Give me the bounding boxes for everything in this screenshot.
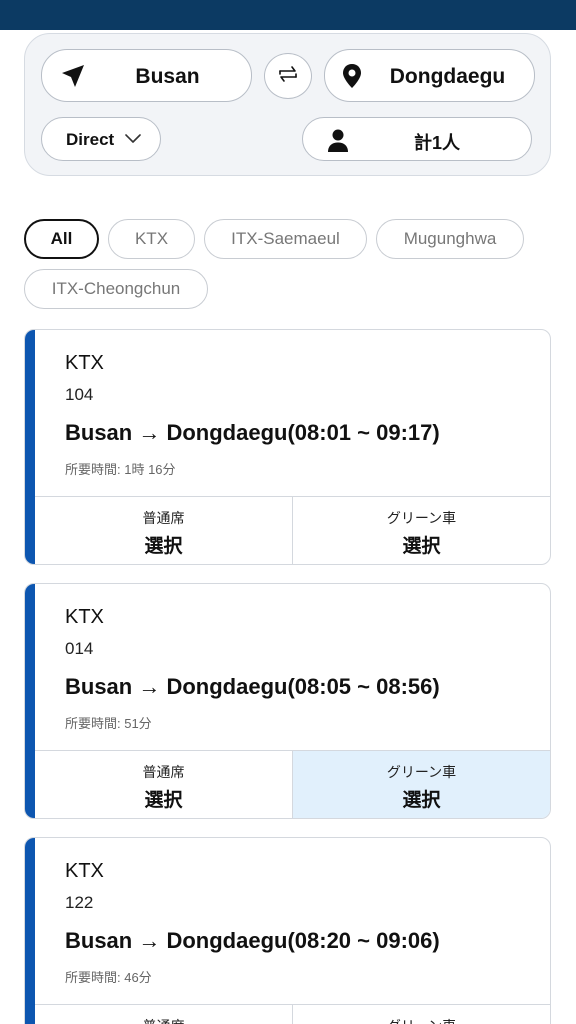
filter-chip-ktx[interactable]: KTX	[108, 219, 195, 259]
train-result-card: KTX 014 Busan → Dongdaegu(08:05 ~ 08:56)…	[24, 583, 551, 819]
standard-seat-select-button[interactable]: 普通席 選択	[35, 497, 292, 564]
seat-options: 普通席 選択 グリーン車 選択	[35, 1004, 550, 1024]
train-type: KTX	[65, 606, 104, 628]
filter-chip-all[interactable]: All	[24, 219, 99, 259]
standard-seat-select-button[interactable]: 普通席 選択	[35, 1005, 292, 1024]
seat-class-label: 普通席	[142, 764, 185, 780]
top-app-bar	[0, 0, 576, 30]
travel-duration: 所要時間: 46分	[65, 970, 152, 985]
departure-station-button[interactable]: Busan	[41, 49, 252, 102]
green-car-select-button[interactable]: グリーン車 選択	[292, 1005, 550, 1024]
filter-chip-itx-saemaeul[interactable]: ITX-Saemaeul	[204, 219, 367, 259]
card-accent-bar	[25, 584, 35, 818]
travel-duration: 所要時間: 51分	[65, 716, 152, 731]
seat-select-label: 選択	[144, 536, 183, 557]
card-accent-bar	[25, 330, 35, 564]
train-number: 104	[65, 385, 94, 404]
seat-class-label: 普通席	[142, 510, 185, 526]
seat-select-label: 選択	[402, 536, 441, 557]
person-icon	[325, 127, 351, 153]
travel-duration: 所要時間: 1時 16分	[65, 462, 176, 477]
standard-seat-select-button[interactable]: 普通席 選択	[35, 751, 292, 818]
seat-select-label: 選択	[144, 790, 183, 811]
swap-icon	[276, 62, 300, 91]
arrival-station-label: Dongdaegu	[389, 65, 506, 88]
train-result-card: KTX 122 Busan → Dongdaegu(08:20 ~ 09:06)…	[24, 837, 551, 1024]
swap-stations-button[interactable]	[264, 53, 312, 99]
navigation-arrow-icon	[60, 63, 86, 89]
filter-chip-mugunghwa[interactable]: Mugunghwa	[376, 219, 524, 259]
seat-class-label: グリーン車	[387, 1016, 456, 1024]
train-number: 014	[65, 639, 94, 658]
train-route: Busan → Dongdaegu(08:20 ~ 09:06)	[65, 928, 440, 953]
train-route: Busan → Dongdaegu(08:05 ~ 08:56)	[65, 674, 440, 699]
seat-class-label: 普通席	[143, 1016, 185, 1024]
arrival-station-button[interactable]: Dongdaegu	[324, 49, 535, 102]
passenger-count-button[interactable]: 計1人	[302, 117, 532, 161]
card-accent-bar	[25, 838, 35, 1024]
departure-station-label: Busan	[135, 65, 200, 88]
train-type: KTX	[65, 352, 104, 374]
train-number: 122	[65, 893, 94, 912]
seat-options: 普通席 選択 グリーン車 選択	[35, 750, 550, 818]
train-result-card: KTX 104 Busan → Dongdaegu(08:01 ~ 09:17)…	[24, 329, 551, 565]
seat-select-label: 選択	[402, 790, 441, 811]
seat-options: 普通席 選択 グリーン車 選択	[35, 496, 550, 564]
filter-chip-itx-cheongchun[interactable]: ITX-Cheongchun	[24, 269, 208, 309]
location-pin-icon	[339, 63, 365, 89]
search-panel: Busan Dongdaegu Direct 計1人	[24, 33, 551, 176]
passenger-count-label: 計1人	[413, 133, 460, 153]
seat-class-label: グリーン車	[386, 764, 457, 780]
route-type-label: Direct	[66, 130, 115, 149]
green-car-select-button[interactable]: グリーン車 選択	[292, 497, 550, 564]
seat-class-label: グリーン車	[386, 510, 457, 526]
train-type: KTX	[65, 860, 104, 882]
route-type-dropdown[interactable]: Direct	[41, 117, 161, 161]
chevron-down-icon	[124, 132, 142, 146]
train-route: Busan → Dongdaegu(08:01 ~ 09:17)	[65, 420, 440, 445]
green-car-select-button[interactable]: グリーン車 選択	[292, 751, 550, 818]
